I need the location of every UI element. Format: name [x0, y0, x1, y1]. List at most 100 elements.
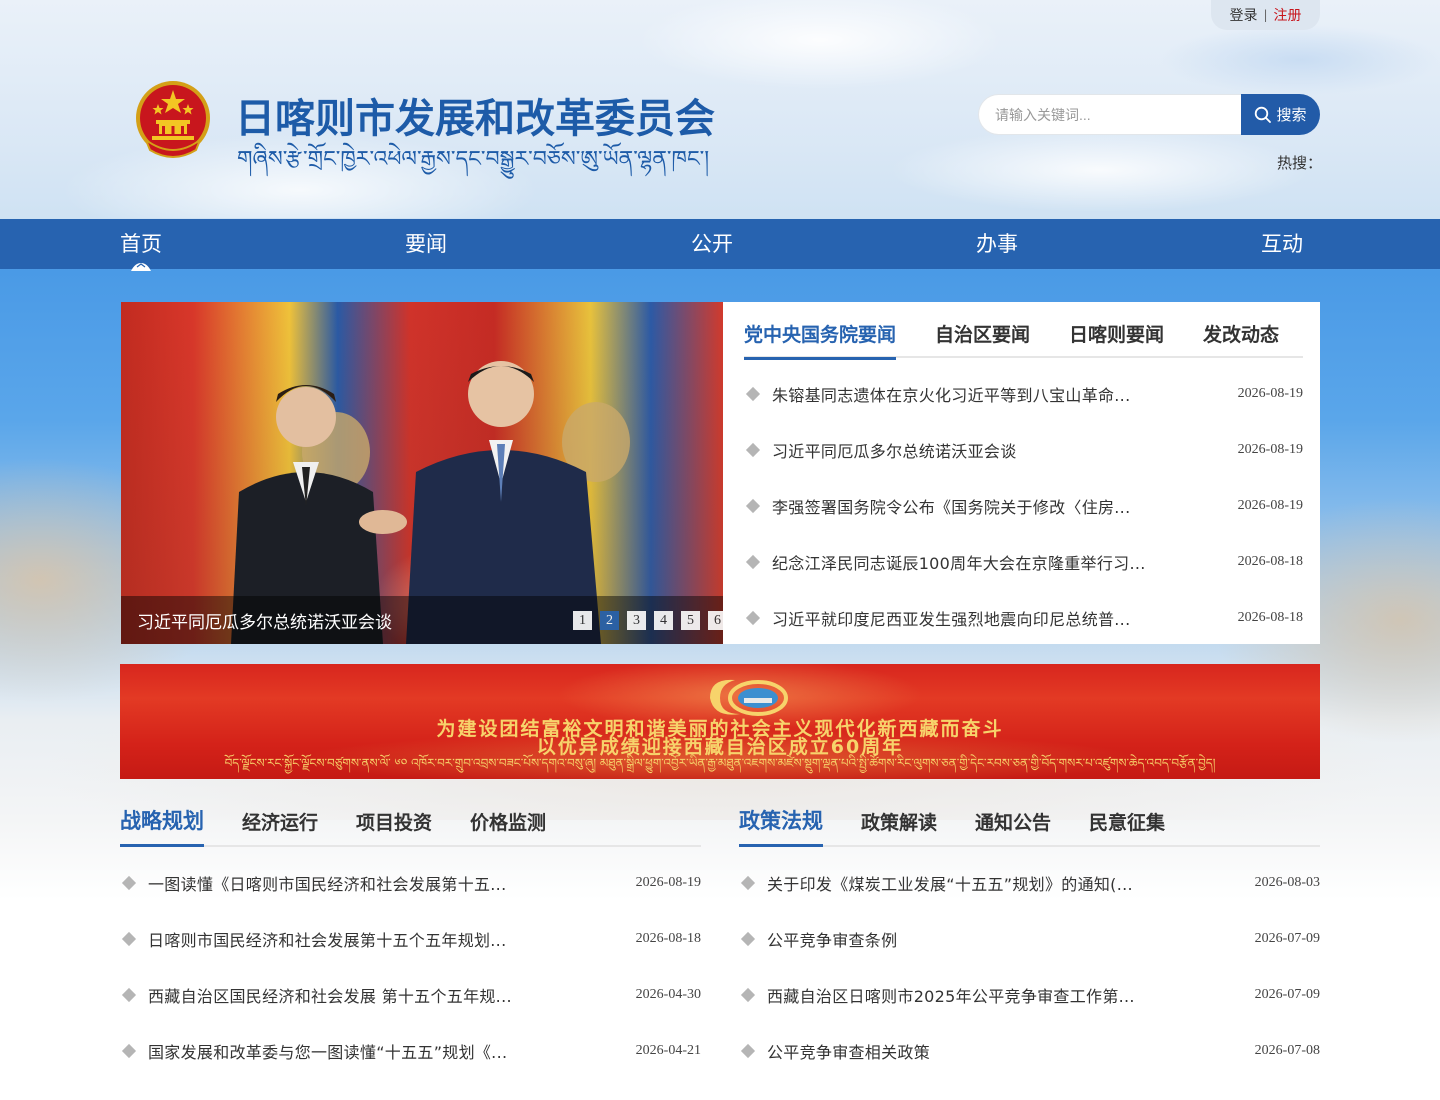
news-title[interactable]: 李强签署国务院令公布《国务院关于修改〈住房...: [772, 494, 1157, 518]
list-item[interactable]: 习近平就印度尼西亚发生强烈地震向印尼总统普... 2026-08-18: [744, 590, 1303, 646]
bullet-diamond-icon: [121, 987, 137, 1003]
slide-dot-active[interactable]: 2: [600, 611, 619, 630]
tab-economic-operation[interactable]: 经济运行: [242, 808, 318, 845]
nav-item-interact[interactable]: 互动: [1261, 219, 1303, 269]
slide-dot[interactable]: 1: [573, 611, 592, 630]
news-title[interactable]: 日喀则市国民经济和社会发展第十五个五年规划...: [148, 927, 548, 951]
list-item[interactable]: 国家发展和改革委与您一图读懂“十五五”规划《... 2026-04-21: [120, 1023, 701, 1079]
hot-search-label: 热搜：: [1277, 154, 1323, 172]
bullet-diamond-icon: [121, 931, 137, 947]
site-subtitle-tibetan: གཞིས་རྩེ་གྲོང་ཁྱེར་འཕེལ་རྒྱས་དང་བསྒྱུར་བ…: [237, 147, 710, 172]
list-item[interactable]: 公平竞争审查条例 2026-07-09: [739, 911, 1320, 967]
list-item[interactable]: 公平竞争审查相关政策 2026-07-08: [739, 1023, 1320, 1079]
search-button[interactable]: 搜索: [1241, 94, 1320, 135]
news-date: 2026-08-19: [1237, 386, 1303, 401]
nav-item-home[interactable]: 首页: [120, 219, 162, 271]
nav-item-service[interactable]: 办事: [976, 219, 1018, 269]
list-item[interactable]: 关于印发《煤炭工业发展“十五五”规划》的通知(... 2026-08-03: [739, 855, 1320, 911]
news-list: 朱镕基同志遗体在京火化习近平等到八宝山革命... 2026-08-19 习近平同…: [744, 366, 1303, 646]
tab-city-news[interactable]: 日喀则要闻: [1069, 320, 1164, 358]
list-item[interactable]: 习近平同厄瓜多尔总统诺沃亚会谈 2026-08-19: [744, 422, 1303, 478]
login-link[interactable]: 登录: [1229, 5, 1257, 25]
news-date: 2026-04-30: [635, 987, 701, 1002]
bullet-diamond-icon: [745, 554, 761, 570]
tab-price-monitoring[interactable]: 价格监测: [470, 808, 546, 845]
planning-column: 战略规划 经济运行 项目投资 价格监测 一图读懂《日喀则市国民经济和社会发展第十…: [120, 800, 701, 1079]
list-item[interactable]: 朱镕基同志遗体在京火化习近平等到八宝山革命... 2026-08-19: [744, 366, 1303, 422]
tab-central-news[interactable]: 党中央国务院要闻: [744, 320, 897, 360]
news-title[interactable]: 国家发展和改革委与您一图读懂“十五五”规划《...: [148, 1039, 548, 1063]
bullet-diamond-icon: [745, 386, 761, 402]
news-tabs: 党中央国务院要闻 自治区要闻 日喀则要闻 发改动态: [744, 320, 1303, 360]
news-title[interactable]: 公平竞争审查条例: [767, 927, 1167, 951]
bullet-diamond-icon: [121, 1043, 137, 1059]
bullet-diamond-icon: [745, 498, 761, 514]
list-item[interactable]: 西藏自治区国民经济和社会发展 第十五个五年规... 2026-04-30: [120, 967, 701, 1023]
news-title[interactable]: 一图读懂《日喀则市国民经济和社会发展第十五...: [148, 871, 548, 895]
list-item[interactable]: 西藏自治区日喀则市2025年公平竞争审查工作第... 2026-07-09: [739, 967, 1320, 1023]
news-title[interactable]: 公平竞争审查相关政策: [767, 1039, 1167, 1063]
bullet-diamond-icon: [740, 875, 756, 891]
planning-tabs: 战略规划 经济运行 项目投资 价格监测: [120, 800, 701, 847]
tab-public-opinion[interactable]: 民意征集: [1089, 808, 1165, 845]
news-title[interactable]: 纪念江泽民同志诞辰100周年大会在京隆重举行习...: [772, 550, 1157, 574]
slide-dot[interactable]: 5: [681, 611, 700, 630]
bullet-diamond-icon: [121, 875, 137, 891]
news-date: 2026-08-18: [635, 931, 701, 946]
tab-strategic-planning[interactable]: 战略规划: [120, 805, 204, 847]
news-title[interactable]: 习近平就印度尼西亚发生强烈地震向印尼总统普...: [772, 606, 1157, 630]
main-nav: 首页 要闻 公开 办事 互动: [0, 219, 1440, 271]
slide-photo: [231, 361, 630, 644]
news-title[interactable]: 习近平同厄瓜多尔总统诺沃亚会谈: [772, 438, 1157, 462]
search-input[interactable]: [978, 94, 1241, 135]
tab-region-news[interactable]: 自治区要闻: [935, 320, 1030, 358]
list-item[interactable]: 一图读懂《日喀则市国民经济和社会发展第十五... 2026-08-19: [120, 855, 701, 911]
slide-dot[interactable]: 4: [654, 611, 673, 630]
tab-ndrc-updates[interactable]: 发改动态: [1203, 320, 1279, 358]
slide-pagination: 1 2 3 4 5 6: [573, 611, 723, 630]
slide-dot[interactable]: 3: [627, 611, 646, 630]
register-link[interactable]: 注册: [1274, 5, 1302, 25]
list-item[interactable]: 日喀则市国民经济和社会发展第十五个五年规划... 2026-08-18: [120, 911, 701, 967]
news-slider[interactable]: 习近平同厄瓜多尔总统诺沃亚会谈 1 2 3 4 5 6: [121, 302, 723, 644]
bullet-diamond-icon: [745, 610, 761, 626]
news-date: 2026-04-21: [635, 1043, 701, 1058]
active-nav-indicator-icon: [131, 263, 151, 271]
news-date: 2026-08-19: [635, 875, 701, 890]
tab-policy-interpretation[interactable]: 政策解读: [861, 808, 937, 845]
list-item[interactable]: 李强签署国务院令公布《国务院关于修改〈住房... 2026-08-19: [744, 478, 1303, 534]
search-bar: 搜索: [978, 94, 1320, 135]
news-date: 2026-07-09: [1254, 931, 1320, 946]
news-title[interactable]: 西藏自治区国民经济和社会发展 第十五个五年规...: [148, 983, 548, 1007]
policy-tabs: 政策法规 政策解读 通知公告 民意征集: [739, 800, 1320, 847]
slide-dot[interactable]: 6: [708, 611, 723, 630]
search-icon: [1255, 106, 1272, 123]
news-date: 2026-07-08: [1254, 1043, 1320, 1058]
link-separator: |: [1263, 8, 1268, 22]
bullet-diamond-icon: [740, 1043, 756, 1059]
news-title[interactable]: 西藏自治区日喀则市2025年公平竞争审查工作第...: [767, 983, 1167, 1007]
news-date: 2026-08-18: [1237, 610, 1303, 625]
news-date: 2026-08-19: [1237, 498, 1303, 513]
news-date: 2026-08-19: [1237, 442, 1303, 457]
banner-slogan-tibetan: བོད་ལྗོངས་རང་སྐྱོང་ལྗོངས་བཙུགས་ནས་ལོ་ ༦༠…: [224, 756, 1216, 770]
slide-caption[interactable]: 习近平同厄瓜多尔总统诺沃亚会谈: [137, 608, 392, 633]
news-date: 2026-08-03: [1254, 875, 1320, 890]
list-item[interactable]: 纪念江泽民同志诞辰100周年大会在京隆重举行习... 2026-08-18: [744, 534, 1303, 590]
anniversary-banner[interactable]: 为建设团结富裕文明和谐美丽的社会主义现代化新西藏而奋斗 以优异成绩迎接西藏自治区…: [120, 664, 1320, 779]
slide-caption-bar: 习近平同厄瓜多尔总统诺沃亚会谈 1 2 3 4 5 6: [121, 596, 723, 644]
planning-news-list: 一图读懂《日喀则市国民经济和社会发展第十五... 2026-08-19 日喀则市…: [120, 855, 701, 1079]
news-title[interactable]: 关于印发《煤炭工业发展“十五五”规划》的通知(...: [767, 871, 1167, 895]
tab-notices[interactable]: 通知公告: [975, 808, 1051, 845]
tab-project-investment[interactable]: 项目投资: [356, 808, 432, 845]
national-emblem-icon[interactable]: [134, 80, 212, 164]
news-date: 2026-08-18: [1237, 554, 1303, 569]
nav-item-news[interactable]: 要闻: [405, 219, 447, 269]
tab-policies-regulations[interactable]: 政策法规: [739, 805, 823, 847]
nav-item-label: 首页: [120, 232, 162, 256]
user-links: 登录 | 注册: [1211, 0, 1320, 30]
bullet-diamond-icon: [745, 442, 761, 458]
news-title[interactable]: 朱镕基同志遗体在京火化习近平等到八宝山革命...: [772, 382, 1157, 406]
nav-item-open[interactable]: 公开: [691, 219, 733, 269]
bullet-diamond-icon: [740, 987, 756, 1003]
